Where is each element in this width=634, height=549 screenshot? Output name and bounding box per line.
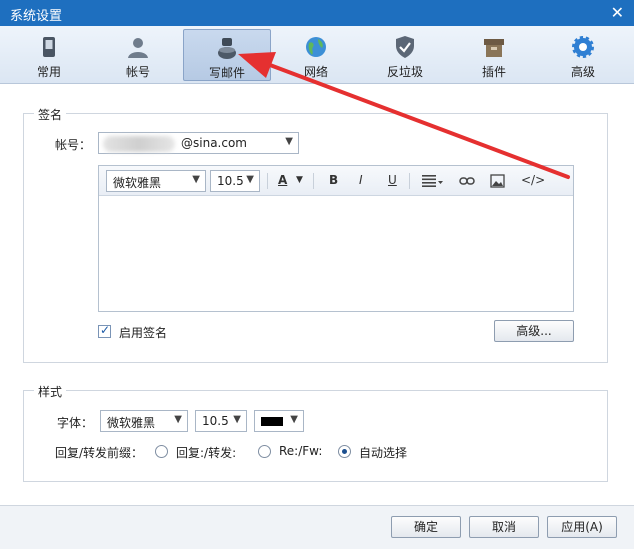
annotation-arrow	[238, 52, 570, 179]
